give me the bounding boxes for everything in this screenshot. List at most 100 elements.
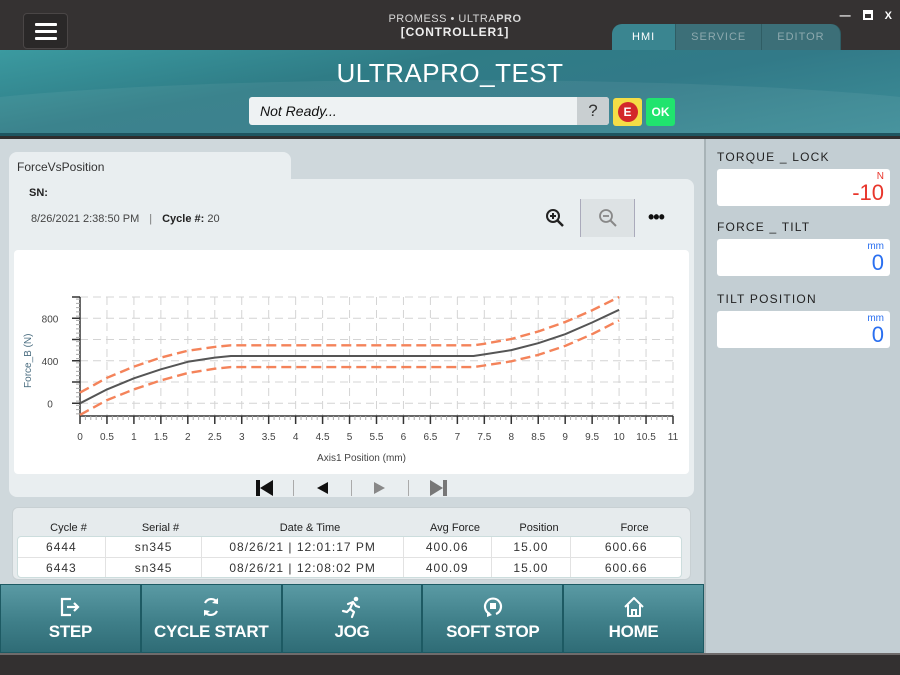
- readouts-panel: TORQUE _ LOCK N -10 FORCE _ TILT mm 0 TI…: [704, 139, 900, 653]
- title-bar: PROMESS • ULTRAPRO [CONTROLLER1] HMI SER…: [0, 0, 900, 50]
- brand-name-bold: PRO: [496, 13, 522, 25]
- step-button[interactable]: STEP: [0, 584, 141, 653]
- next-cycle-button[interactable]: [369, 479, 391, 497]
- column-header-avg-force[interactable]: Avg Force: [411, 518, 499, 538]
- window-controls: — X: [840, 10, 892, 23]
- cell-position: 15.00: [490, 558, 571, 577]
- cell-datetime: 08/26/21 | 12:01:17 PM: [201, 537, 402, 557]
- chart-card-body: SN: 8/26/2021 2:38:50 PM | Cycle #: 20 •••…: [9, 179, 694, 497]
- cycle-value: 20: [207, 213, 220, 225]
- soft-stop-label: SOFT STOP: [446, 622, 540, 641]
- zoom-in-icon: [546, 209, 564, 227]
- jog-icon: [341, 596, 361, 619]
- last-cycle-button[interactable]: [427, 479, 449, 497]
- x-axis-label: Axis1 Position (mm): [317, 453, 406, 464]
- readout-torque-lock: N -10: [717, 169, 890, 206]
- force-position-chart: 0 0.5 1 1.5 2 2.5 3 3.5 4 4.5 5 5.5 6 6.5 7 7.5 8 8.5 9 9.5…: [23, 295, 679, 464]
- zoom-out-button[interactable]: [580, 199, 635, 237]
- table-row[interactable]: 6444 sn345 08/26/21 | 12:01:17 PM 400.06…: [18, 537, 681, 557]
- menu-icon-bar: [34, 36, 57, 40]
- tab-hmi[interactable]: HMI: [612, 24, 677, 50]
- tab-editor[interactable]: EDITOR: [762, 24, 841, 50]
- action-bar: STEP CYCLE START JOG SOFT STOP HOME: [0, 584, 704, 653]
- x-tick-label: 7.5: [477, 432, 491, 443]
- x-tick-label: 0: [77, 432, 83, 443]
- x-tick-label: 0.5: [100, 432, 114, 443]
- app-window: PROMESS • ULTRAPRO [CONTROLLER1] HMI SER…: [0, 0, 900, 675]
- cell-serial: sn345: [104, 537, 202, 557]
- column-header-position[interactable]: Position: [499, 518, 579, 538]
- readout-value: 0: [871, 322, 884, 347]
- ok-button[interactable]: OK: [646, 98, 675, 126]
- skip-first-icon: [256, 480, 273, 496]
- cycle-navigation: [9, 477, 694, 499]
- x-tick-label: 2.5: [208, 432, 222, 443]
- jog-button[interactable]: JOG: [281, 584, 423, 653]
- page-title: ULTRAPRO_TEST: [336, 58, 564, 88]
- readout-value: -10: [852, 180, 884, 205]
- home-button[interactable]: HOME: [563, 584, 704, 653]
- cycle-start-button[interactable]: CYCLE START: [140, 584, 282, 653]
- more-options-button[interactable]: •••: [648, 207, 665, 228]
- chart-tab[interactable]: ForceVsPosition: [9, 152, 291, 180]
- soft-stop-button[interactable]: SOFT STOP: [422, 584, 564, 653]
- previous-icon: [317, 482, 328, 494]
- cycle-timestamp: 8/26/2021 2:38:50 PM: [31, 213, 140, 225]
- tab-service[interactable]: SERVICE: [676, 24, 763, 50]
- x-tick-label: 7: [455, 432, 461, 443]
- x-tick-label: 4: [293, 432, 299, 443]
- x-tick-label: 2: [185, 432, 191, 443]
- table-row[interactable]: 6443 sn345 08/26/21 | 12:08:02 PM 400.09…: [18, 557, 681, 577]
- x-tick-label: 4.5: [316, 432, 330, 443]
- cycle-start-label: CYCLE START: [153, 622, 269, 641]
- cell-avg-force: 400.09: [402, 558, 491, 577]
- chart-card: ForceVsPosition SN: 8/26/2021 2:38:50 PM…: [9, 152, 694, 497]
- x-tick-label: 9.5: [585, 432, 599, 443]
- maximize-button[interactable]: [862, 10, 873, 23]
- nav-separator: [293, 480, 294, 496]
- status-text: Not Ready...: [260, 103, 337, 119]
- column-header-cycle[interactable]: Cycle #: [25, 518, 112, 538]
- home-label: HOME: [608, 622, 659, 641]
- readout-label-force-tilt: FORCE _ TILT: [717, 220, 811, 234]
- controller-name: [CONTROLLER1]: [400, 25, 510, 39]
- main-panel: ForceVsPosition SN: 8/26/2021 2:38:50 PM…: [0, 139, 704, 584]
- readout-tilt-position: mm 0: [717, 311, 890, 348]
- zoom-in-button[interactable]: [544, 207, 566, 229]
- column-header-force[interactable]: Force: [579, 518, 690, 538]
- hamburger-menu-button[interactable]: [23, 13, 68, 49]
- cell-serial: sn345: [104, 558, 202, 577]
- column-header-datetime[interactable]: Date & Time: [209, 518, 411, 538]
- brand-name: PROMESS • ULTRA: [388, 13, 497, 25]
- help-button[interactable]: ?: [577, 97, 609, 125]
- chart-plot-area: 0 0.5 1 1.5 2 2.5 3 3.5 4 4.5 5 5.5 6 6.5 7 7.5 8 8.5 9 9.5…: [14, 250, 689, 474]
- column-header-serial[interactable]: Serial #: [112, 518, 209, 538]
- readout-value: 0: [871, 250, 884, 275]
- step-icon: [61, 597, 80, 617]
- readout-label-torque-lock: TORQUE _ LOCK: [717, 150, 830, 164]
- error-button[interactable]: E: [613, 98, 642, 126]
- serial-number-label: SN:: [29, 187, 48, 199]
- previous-cycle-button[interactable]: [311, 479, 333, 497]
- minimize-button[interactable]: —: [840, 10, 851, 23]
- step-label: STEP: [48, 622, 93, 641]
- cell-datetime: 08/26/21 | 12:08:02 PM: [201, 558, 402, 577]
- soft-stop-icon: [483, 597, 502, 617]
- x-tick-label: 9: [562, 432, 568, 443]
- status-field: Not Ready... ?: [249, 97, 609, 125]
- x-tick-label: 5.5: [370, 432, 384, 443]
- skip-last-icon: [430, 480, 447, 496]
- close-button[interactable]: X: [885, 10, 892, 23]
- x-tick-label: 10.5: [636, 432, 656, 443]
- home-icon: [623, 597, 644, 617]
- cell-cycle: 6444: [46, 540, 77, 554]
- readout-force-tilt: mm 0: [717, 239, 890, 276]
- first-cycle-button[interactable]: [254, 479, 276, 497]
- nav-separator: [408, 480, 409, 496]
- cell-position: 15.00: [490, 537, 571, 557]
- table-body: 6444 sn345 08/26/21 | 12:01:17 PM 400.06…: [17, 536, 682, 578]
- x-tick-label: 8: [508, 432, 514, 443]
- menu-icon-bar: [34, 22, 57, 26]
- x-tick-label: 6.5: [423, 432, 437, 443]
- x-tick-label: 1.5: [154, 432, 168, 443]
